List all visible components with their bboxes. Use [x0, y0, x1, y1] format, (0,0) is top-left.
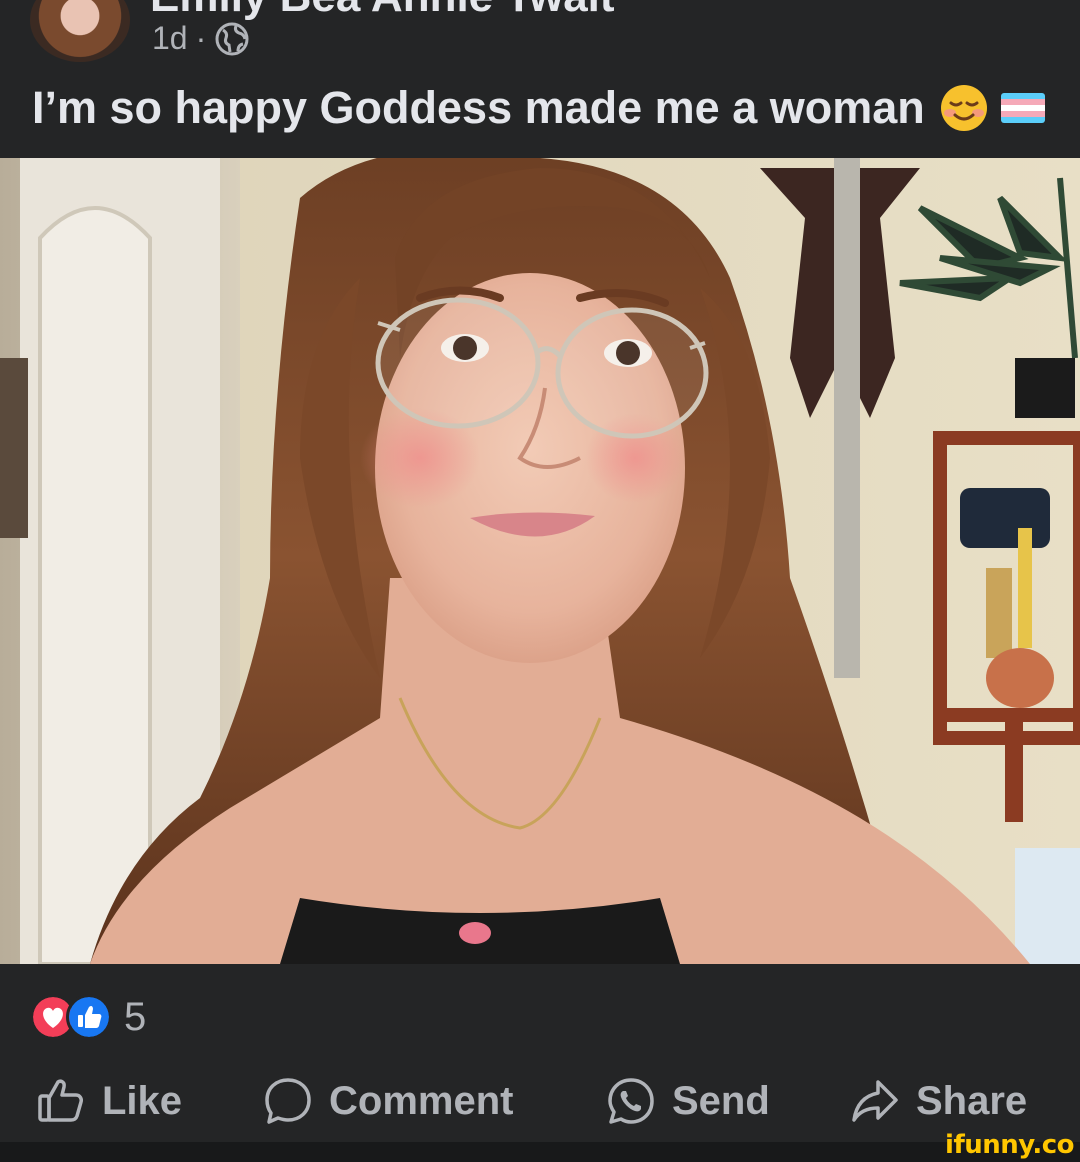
post-header: Emily Bea Annie Twait 1d · I’m so happy … [0, 0, 1080, 158]
comment-label: Comment [329, 1078, 514, 1123]
meta-separator: · [195, 20, 207, 56]
post-photo[interactable] [0, 158, 1080, 964]
caption-text: I’m so happy Goddess made me a woman [32, 82, 925, 133]
post-timestamp[interactable]: 1d [152, 20, 188, 57]
reaction-count: 5 [124, 994, 147, 1039]
send-label: Send [672, 1078, 770, 1123]
reactions-summary[interactable]: 5 [30, 994, 146, 1040]
like-label: Like [102, 1078, 183, 1123]
send-button[interactable]: Send [606, 1076, 770, 1126]
share-arrow-icon [852, 1080, 898, 1122]
comment-button[interactable]: Comment [263, 1076, 513, 1126]
post-caption: I’m so happy Goddess made me a woman [32, 82, 1045, 134]
smiling-face-emoji [940, 85, 987, 131]
post-footer: 5 Like Comment Send Share [0, 964, 1080, 1142]
share-button[interactable]: Share [850, 1076, 1027, 1126]
action-bar: Like Comment Send Share [0, 1076, 1080, 1142]
whatsapp-icon [608, 1078, 654, 1124]
avatar[interactable] [30, 0, 130, 62]
author-name[interactable]: Emily Bea Annie Twait [150, 0, 615, 22]
transgender-flag [1000, 93, 1045, 123]
speech-bubble-icon [265, 1078, 311, 1124]
post-meta: 1d · [152, 20, 250, 57]
thumbs-up-icon [38, 1079, 83, 1122]
ifunny-watermark: ifunny.co [945, 1130, 1074, 1160]
share-label: Share [916, 1078, 1028, 1123]
like-button[interactable]: Like [36, 1076, 182, 1126]
globe-icon [215, 22, 249, 55]
like-reaction-icon [66, 994, 112, 1040]
close-icon[interactable] [1000, 0, 1044, 12]
bottom-bar: ifunny.co [0, 1130, 1080, 1162]
